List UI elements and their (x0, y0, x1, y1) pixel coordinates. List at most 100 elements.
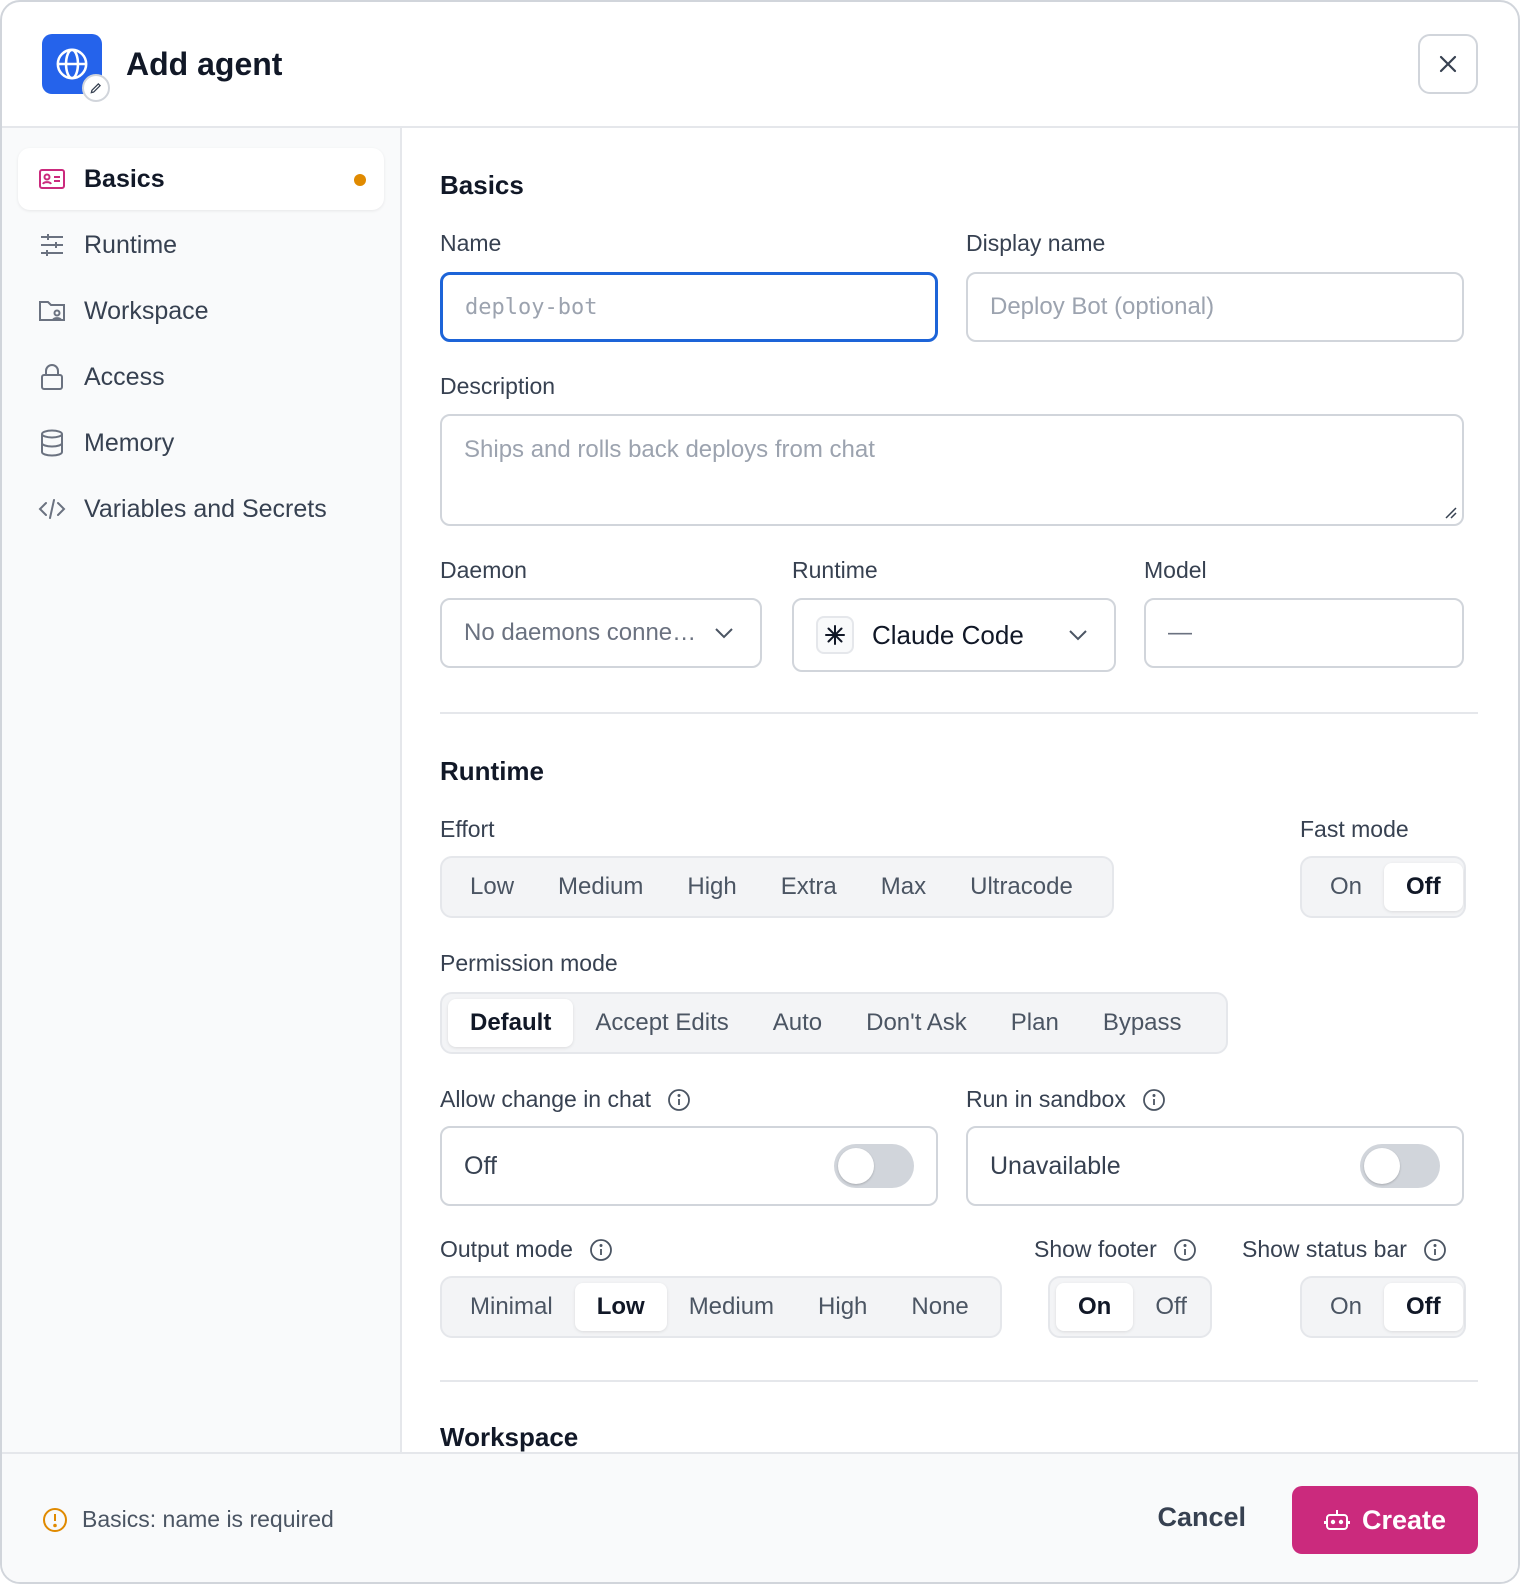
id-card-icon (38, 165, 66, 193)
output-option-medium[interactable]: Medium (667, 1283, 796, 1331)
info-icon[interactable] (1142, 1088, 1166, 1112)
output-mode-label: Output mode (440, 1236, 613, 1263)
switch-knob (838, 1148, 874, 1184)
permission-option-accept-edits[interactable]: Accept Edits (573, 999, 750, 1047)
claude-logo-icon (816, 616, 854, 654)
sidebar-item-label: Variables and Secrets (84, 494, 327, 523)
sidebar-item-memory[interactable]: Memory (18, 412, 384, 474)
permission-option-auto[interactable]: Auto (751, 999, 844, 1047)
display-name-input[interactable] (990, 274, 1462, 340)
required-indicator-dot (354, 174, 366, 186)
output-option-low[interactable]: Low (574, 1283, 667, 1331)
chevron-down-icon (1068, 629, 1088, 641)
allow-change-label-text: Allow change in chat (440, 1086, 651, 1112)
show-status-bar-segmented-control: On Off (1300, 1276, 1466, 1338)
switch-knob (1364, 1148, 1400, 1184)
sidebar-item-basics[interactable]: Basics (18, 148, 384, 210)
permission-mode-label: Permission mode (440, 950, 618, 976)
code-icon (38, 495, 66, 523)
show-footer-option-off[interactable]: Off (1133, 1283, 1209, 1331)
permission-mode-segmented-control: Default Accept Edits Auto Don't Ask Plan… (440, 992, 1228, 1054)
fast-mode-option-off[interactable]: Off (1384, 863, 1463, 911)
sidebar-item-runtime[interactable]: Runtime (18, 214, 384, 276)
allow-change-switch[interactable] (834, 1144, 914, 1188)
output-option-high[interactable]: High (796, 1283, 889, 1331)
model-value: — (1168, 619, 1192, 646)
daemon-select-value: No daemons conne… (464, 619, 697, 646)
effort-option-high[interactable]: High (665, 863, 758, 911)
description-field (440, 414, 1464, 526)
show-status-option-on[interactable]: On (1308, 1283, 1384, 1331)
sidebar-item-label: Basics (84, 164, 165, 193)
fast-mode-option-on[interactable]: On (1308, 863, 1384, 911)
sandbox-label: Run in sandbox (966, 1086, 1166, 1113)
name-field (440, 272, 938, 342)
section-divider (440, 1380, 1478, 1382)
allow-change-label: Allow change in chat (440, 1086, 691, 1113)
section-title-workspace: Workspace (440, 1422, 579, 1452)
effort-option-extra[interactable]: Extra (759, 863, 859, 911)
name-label: Name (440, 230, 502, 256)
sidebar-item-workspace[interactable]: Workspace (18, 280, 384, 342)
show-status-bar-label-text: Show status bar (1242, 1236, 1407, 1262)
dialog-title: Add agent (126, 46, 283, 82)
chevron-down-icon (714, 627, 734, 639)
cancel-button[interactable]: Cancel (1157, 1502, 1246, 1533)
create-button-label: Create (1361, 1504, 1447, 1535)
show-status-bar-label: Show status bar (1242, 1236, 1447, 1263)
close-button[interactable] (1418, 34, 1478, 94)
section-divider (440, 712, 1478, 714)
lock-icon (38, 363, 66, 391)
info-icon[interactable] (1423, 1238, 1447, 1262)
section-title-runtime: Runtime (440, 756, 544, 786)
show-footer-option-on[interactable]: On (1056, 1283, 1134, 1331)
permission-option-dont-ask[interactable]: Don't Ask (844, 999, 989, 1047)
permission-option-default[interactable]: Default (448, 999, 574, 1047)
name-input[interactable] (465, 275, 935, 339)
effort-option-low[interactable]: Low (448, 863, 536, 911)
warning-circle-icon (42, 1507, 68, 1533)
show-footer-label-text: Show footer (1034, 1236, 1157, 1262)
model-field[interactable]: — (1144, 598, 1464, 668)
section-title-basics: Basics (440, 170, 524, 200)
permission-option-bypass[interactable]: Bypass (1081, 999, 1204, 1047)
validation-message-text: Basics: name is required (82, 1506, 334, 1532)
runtime-select[interactable]: Claude Code (792, 598, 1116, 672)
resize-handle-icon[interactable] (1442, 504, 1458, 520)
sandbox-switch[interactable] (1360, 1144, 1440, 1188)
daemon-select[interactable]: No daemons conne… (440, 598, 762, 668)
display-name-field (966, 272, 1464, 342)
allow-change-toggle-box: Off (440, 1126, 938, 1206)
fast-mode-segmented-control: On Off (1300, 856, 1466, 918)
effort-segmented-control: Low Medium High Extra Max Ultracode (440, 856, 1114, 918)
sidebar-item-access[interactable]: Access (18, 346, 384, 408)
form-content: Basics Name Display name Description Dae… (402, 128, 1518, 1454)
description-textarea[interactable] (464, 416, 1462, 524)
show-footer-label: Show footer (1034, 1236, 1197, 1263)
show-footer-segmented-control: On Off (1048, 1276, 1212, 1338)
pencil-icon[interactable] (82, 74, 110, 102)
robot-icon (1323, 1507, 1350, 1533)
effort-option-max[interactable]: Max (859, 863, 948, 911)
create-button[interactable]: Create (1292, 1486, 1478, 1554)
allow-change-value: Off (464, 1151, 497, 1180)
output-option-none[interactable]: None (889, 1283, 990, 1331)
close-icon (1439, 55, 1457, 73)
output-option-minimal[interactable]: Minimal (448, 1283, 575, 1331)
permission-option-plan[interactable]: Plan (989, 999, 1081, 1047)
add-agent-dialog: Add agent Basics Runtime Workspace Acces… (0, 0, 1520, 1584)
runtime-select-value: Claude Code (872, 619, 1024, 650)
info-icon[interactable] (1173, 1238, 1197, 1262)
database-icon (38, 429, 66, 457)
info-icon[interactable] (667, 1088, 691, 1112)
globe-icon (42, 34, 110, 102)
folder-user-icon (38, 297, 66, 325)
show-status-option-off[interactable]: Off (1384, 1283, 1463, 1331)
output-mode-label-text: Output mode (440, 1236, 573, 1262)
dialog-header: Add agent (2, 2, 1518, 128)
sidebar-item-variables-and-secrets[interactable]: Variables and Secrets (18, 478, 384, 540)
sidebar-item-label: Runtime (84, 230, 178, 259)
effort-option-ultracode[interactable]: Ultracode (948, 863, 1095, 911)
info-icon[interactable] (589, 1238, 613, 1262)
effort-option-medium[interactable]: Medium (536, 863, 665, 911)
